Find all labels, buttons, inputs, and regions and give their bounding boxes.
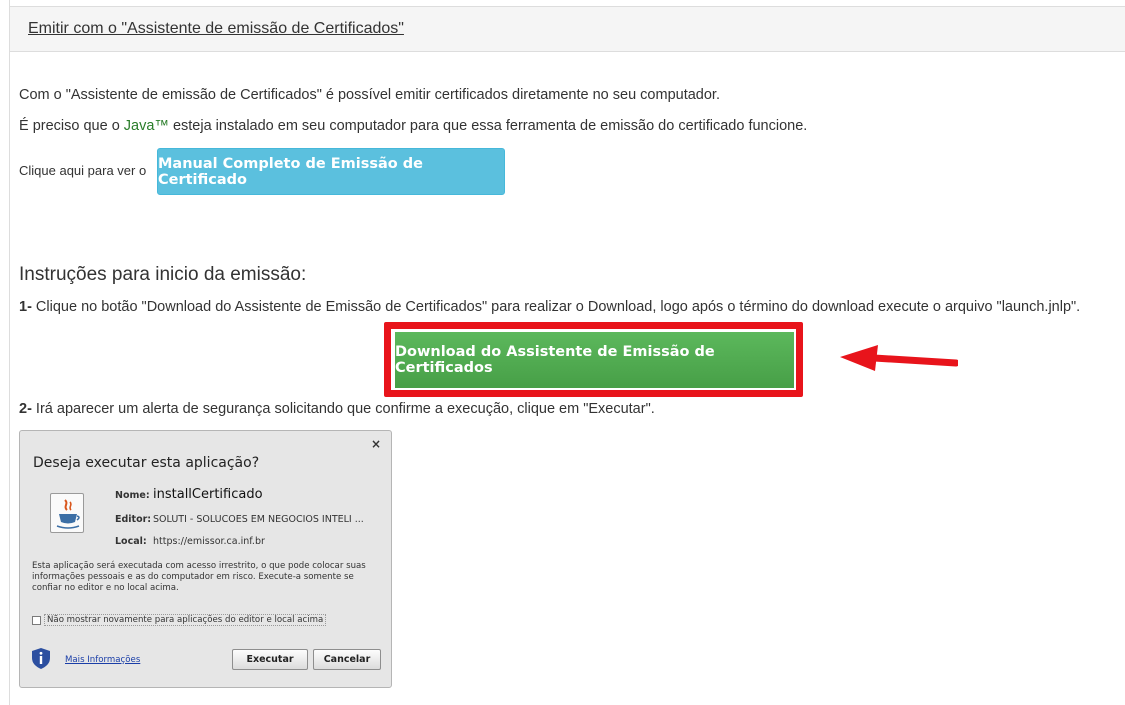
- step-1-number: 1-: [19, 299, 32, 315]
- dialog-warning-text: Esta aplicação será executada com acesso…: [32, 561, 366, 593]
- dont-show-again-row[interactable]: Não mostrar novamente para aplicações do…: [32, 614, 327, 626]
- step-2-text: Irá aparecer um alerta de segurança soli…: [31, 401, 655, 417]
- local-label: Local:: [115, 536, 147, 547]
- step-1: 1- Clique no botão "Download do Assisten…: [19, 299, 1080, 315]
- red-arrow-icon: [840, 345, 958, 371]
- editor-label: Editor:: [115, 514, 152, 525]
- java-link[interactable]: Java™: [124, 118, 169, 134]
- name-value: installCertificado: [153, 487, 263, 502]
- dialog-local-row: Local: https://emissor.ca.inf.br: [115, 536, 265, 547]
- editor-value: SOLUTI - SOLUCOES EM NEGOCIOS INTELI ...: [153, 514, 364, 525]
- cancel-button[interactable]: Cancelar: [313, 649, 381, 670]
- intro-line-2-prefix: É preciso que o: [19, 118, 124, 134]
- intro-line-2-suffix: esteja instalado em seu computador para …: [168, 118, 808, 134]
- intro-line-2: É preciso que o Java™ esteja instalado e…: [19, 118, 807, 134]
- intro-line-1: Com o "Assistente de emissão de Certific…: [19, 87, 720, 103]
- execute-button[interactable]: Executar: [232, 649, 308, 670]
- manual-button[interactable]: Manual Completo de Emissão de Certificad…: [157, 148, 505, 195]
- local-value: https://emissor.ca.inf.br: [153, 536, 265, 547]
- manual-label: Clique aqui para ver o: [19, 163, 147, 178]
- dialog-title: Deseja executar esta aplicação?: [33, 455, 260, 471]
- step-1-text: Clique no botão "Download do Assistente …: [31, 299, 1081, 315]
- step-2-number: 2-: [19, 401, 32, 417]
- dialog-name-row: Nome: installCertificado: [115, 487, 263, 502]
- dont-show-again-checkbox[interactable]: [32, 615, 41, 625]
- step-2: 2- Irá aparecer um alerta de segurança s…: [19, 401, 655, 417]
- instructions-heading: Instruções para inicio da emissão:: [19, 264, 307, 285]
- dont-show-again-label[interactable]: Não mostrar novamente para aplicações do…: [44, 614, 327, 626]
- download-button[interactable]: Download do Assistente de Emissão de Cer…: [395, 332, 794, 388]
- java-coffee-icon: [50, 493, 84, 533]
- dialog-close-icon[interactable]: ×: [371, 437, 381, 451]
- info-shield-icon: [32, 648, 50, 669]
- more-info-link[interactable]: Mais Informações: [65, 655, 140, 665]
- name-label: Nome:: [115, 490, 150, 501]
- panel-title-link[interactable]: Emitir com o "Assistente de emissão de C…: [28, 20, 404, 38]
- java-security-dialog: × Deseja executar esta aplicação? Nome: i…: [19, 430, 392, 688]
- panel-header: Emitir com o "Assistente de emissão de C…: [10, 6, 1125, 52]
- dialog-editor-row: Editor: SOLUTI - SOLUCOES EM NEGOCIOS INT…: [115, 514, 364, 525]
